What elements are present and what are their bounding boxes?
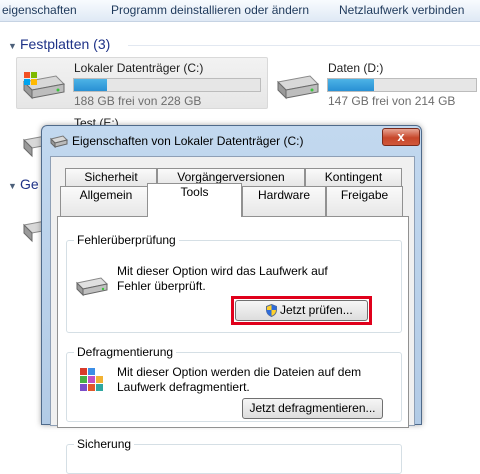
group-header-label: Ge: [20, 176, 39, 192]
close-icon: x: [397, 129, 405, 144]
defrag-now-button[interactable]: Jetzt defragmentieren...: [242, 398, 383, 419]
drive-free-d: 147 GB frei von 214 GB: [328, 94, 456, 108]
hard-drive-icon: [276, 75, 320, 100]
drive-usage-bar-d: [327, 78, 477, 92]
uac-shield-icon: [266, 304, 277, 317]
check-now-button[interactable]: Jetzt prüfen...: [235, 300, 368, 321]
drive-usage-fill-d: [328, 79, 374, 91]
tab-hardware[interactable]: Hardware: [242, 186, 326, 217]
hard-drive-icon: [75, 277, 109, 297]
check-now-label: Jetzt prüfen...: [280, 303, 353, 317]
drive-name-d[interactable]: Daten (D:): [328, 61, 383, 75]
defrag-description-line1: Mit dieser Option werden die Dateien auf…: [117, 365, 362, 379]
properties-dialog: Eigenschaften von Lokaler Datenträger (C…: [41, 125, 422, 474]
close-button[interactable]: x: [382, 128, 420, 146]
tab-freigabe[interactable]: Freigabe: [326, 186, 403, 217]
tab-sicherheit[interactable]: Sicherheit: [65, 168, 157, 186]
group-header-label: Festplatten (3): [20, 36, 111, 52]
dialog-body: Sicherheit Vorgängerversionen Kontingent…: [50, 156, 415, 474]
group-divider: [128, 45, 480, 46]
group-header-hdd[interactable]: ▼ Festplatten (3): [8, 36, 110, 52]
hard-drive-icon: [50, 135, 68, 148]
command-bar: eigenschaften Programm deinstallieren od…: [0, 0, 480, 22]
tab-allgemein[interactable]: Allgemein: [60, 186, 152, 217]
groupbox-backup: Sicherung: [66, 437, 402, 474]
chevron-down-icon: ▼: [8, 41, 17, 51]
drive-usage-bar-c: [73, 78, 261, 92]
groupbox-label: Defragmentierung: [74, 345, 177, 359]
toolbar-properties-button[interactable]: eigenschaften: [2, 3, 77, 17]
tab-kontingent[interactable]: Kontingent: [305, 168, 402, 186]
groupbox-label: Fehlerüberprüfung: [74, 233, 179, 247]
hard-drive-icon: [22, 72, 66, 100]
defrag-icon: [80, 368, 103, 391]
tab-tools[interactable]: Tools: [147, 183, 242, 217]
groupbox-label: Sicherung: [74, 437, 135, 451]
error-check-description-line2: Fehler überprüft.: [117, 279, 206, 293]
toolbar-map-drive-button[interactable]: Netzlaufwerk verbinden: [339, 3, 464, 17]
drive-usage-fill-c: [74, 79, 108, 91]
error-check-description-line1: Mit dieser Option wird das Laufwerk auf: [117, 264, 328, 278]
toolbar-uninstall-button[interactable]: Programm deinstallieren oder ändern: [111, 3, 309, 17]
chevron-down-icon: ▼: [8, 181, 17, 191]
groupbox-error-check: Fehlerüberprüfung Mit dieser Option wird…: [66, 233, 402, 333]
tab-panel-tools: Fehlerüberprüfung Mit dieser Option wird…: [57, 216, 409, 474]
drive-name-c: Lokaler Datenträger (C:): [74, 61, 204, 75]
dialog-title: Eigenschaften von Lokaler Datenträger (C…: [72, 134, 304, 148]
group-header-other[interactable]: ▼ Ge: [8, 176, 39, 192]
groupbox-defrag: Defragmentierung Mit dieser Option werde…: [66, 345, 402, 422]
defrag-description-line2: Laufwerk defragmentiert.: [117, 380, 250, 394]
drive-free-c: 188 GB frei von 228 GB: [74, 94, 202, 108]
